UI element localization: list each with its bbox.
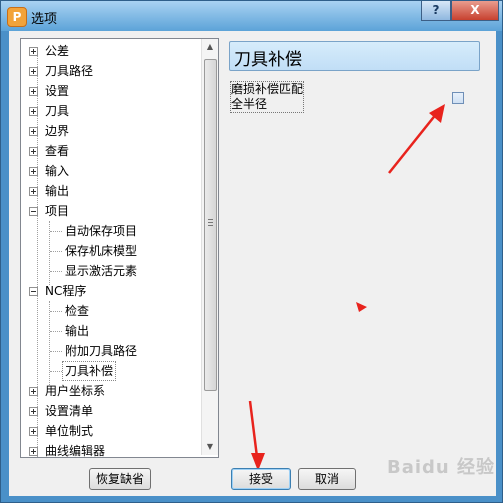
- tree-item-label: 输入: [45, 164, 70, 178]
- tree-guide-line: [49, 301, 50, 385]
- scrollbar-thumb[interactable]: [204, 59, 217, 391]
- tree-item-project[interactable]: 项目: [26, 202, 69, 220]
- tree-item-label: 设置: [45, 84, 70, 98]
- grip-line: [208, 219, 213, 220]
- tree-item-user-coordinate-system[interactable]: 用户坐标系: [26, 382, 105, 400]
- grip-line: [208, 225, 213, 226]
- scroll-up-icon[interactable]: ▲: [202, 39, 218, 55]
- tree-item-tool[interactable]: 刀具: [26, 102, 69, 120]
- tree-item-save-machine-model[interactable]: 保存机床模型: [65, 242, 137, 260]
- tree-item-label: 自动保存项目: [65, 224, 138, 238]
- tree-item-label: 用户坐标系: [45, 384, 106, 398]
- tree-item-label: 刀具: [45, 104, 70, 118]
- tree-item-label: 设置清单: [45, 404, 94, 418]
- tree-item-label: 输出: [45, 184, 70, 198]
- annotation-mark-icon: [356, 302, 367, 312]
- expand-icon[interactable]: [29, 47, 38, 56]
- expand-icon[interactable]: [29, 387, 38, 396]
- tree-item-label: 显示激活元素: [65, 264, 138, 278]
- annotation-arrow-icon: [388, 104, 445, 174]
- tree-branch-line: [50, 351, 62, 352]
- tree-item-boundary[interactable]: 边界: [26, 122, 69, 140]
- tree-item-check[interactable]: 检查: [65, 302, 89, 320]
- restore-defaults-button[interactable]: 恢复缺省: [89, 468, 151, 490]
- tree-item-tolerance[interactable]: 公差: [26, 42, 69, 60]
- panel-header: 刀具补偿: [229, 41, 480, 71]
- expand-icon[interactable]: [29, 87, 38, 96]
- panel-title: 刀具补偿: [234, 50, 302, 70]
- options-dialog: P 选项 ? X 公差 刀具路径 设置 刀具 边界 查看 输入 输出 项目 自动…: [0, 0, 503, 503]
- tree-item-label: NC程序: [45, 284, 87, 298]
- tree-item-append-toolpath[interactable]: 附加刀具路径: [65, 342, 137, 360]
- tree-item-label: 公差: [45, 44, 70, 58]
- expand-icon[interactable]: [29, 167, 38, 176]
- tree-item-units[interactable]: 单位制式: [26, 422, 93, 440]
- tree-item-curve-editor[interactable]: 曲线编辑器: [26, 442, 106, 458]
- tree-item-label: 单位制式: [45, 424, 94, 438]
- expand-icon[interactable]: [29, 447, 38, 456]
- collapse-icon[interactable]: [29, 287, 38, 296]
- cancel-button[interactable]: 取消: [298, 468, 356, 490]
- tree-item-label: 曲线编辑器: [45, 444, 106, 458]
- tree-item-autosave-project[interactable]: 自动保存项目: [65, 222, 137, 240]
- expand-icon[interactable]: [29, 127, 38, 136]
- expand-icon[interactable]: [29, 187, 38, 196]
- tree-item-label: 输出: [65, 324, 90, 338]
- tree-item-label: 保存机床模型: [65, 244, 138, 258]
- help-button[interactable]: ?: [421, 1, 451, 21]
- tree-item-label: 边界: [45, 124, 70, 138]
- dialog-title: 选项: [31, 12, 58, 27]
- title-bar[interactable]: P 选项 ? X: [1, 1, 502, 31]
- scroll-down-icon[interactable]: ▼: [202, 439, 218, 455]
- tree-item-toolpath[interactable]: 刀具路径: [26, 62, 93, 80]
- tree-branch-line: [50, 271, 62, 272]
- grip-line: [208, 222, 213, 223]
- tree-item-label: 项目: [45, 204, 70, 218]
- tree-item-nc-program[interactable]: NC程序: [26, 282, 86, 300]
- expand-icon[interactable]: [29, 427, 38, 436]
- expand-icon[interactable]: [29, 147, 38, 156]
- tree-item-label: 刀具补偿: [65, 364, 114, 378]
- tree-branch-line: [50, 251, 62, 252]
- collapse-icon[interactable]: [29, 207, 38, 216]
- app-logo-icon: P: [7, 7, 27, 27]
- tree-item-view[interactable]: 查看: [26, 142, 69, 160]
- accept-button[interactable]: 接受: [231, 468, 291, 490]
- tree-item-tool-compensation[interactable]: 刀具补偿: [61, 361, 117, 381]
- tree-item-nc-output[interactable]: 输出: [65, 322, 89, 340]
- tree-item-label: 检查: [65, 304, 90, 318]
- tree-branch-line: [50, 331, 62, 332]
- close-button[interactable]: X: [451, 1, 499, 21]
- tree-item-input[interactable]: 输入: [26, 162, 69, 180]
- watermark: Baidu 经验: [387, 457, 496, 478]
- tree-item-label: 刀具路径: [45, 64, 94, 78]
- wear-compensation-checkbox[interactable]: [452, 92, 464, 104]
- expand-icon[interactable]: [29, 407, 38, 416]
- tree-item-setup-sheet[interactable]: 设置清单: [26, 402, 93, 420]
- tree-branch-line: [50, 231, 62, 232]
- tree-branch-line: [50, 311, 62, 312]
- expand-icon[interactable]: [29, 67, 38, 76]
- tree-branch-line: [50, 371, 62, 372]
- wear-compensation-label: 磨损补偿匹配全半径: [230, 81, 304, 113]
- tree-item-label: 查看: [45, 144, 70, 158]
- tree-item-show-active-elements[interactable]: 显示激活元素: [65, 262, 137, 280]
- annotation-arrow-icon: [248, 400, 265, 471]
- expand-icon[interactable]: [29, 107, 38, 116]
- tree-item-label: 附加刀具路径: [65, 344, 138, 358]
- tree-item-settings[interactable]: 设置: [26, 82, 69, 100]
- tree-scrollbar[interactable]: ▲ ▼: [201, 39, 218, 455]
- options-tree: 公差 刀具路径 设置 刀具 边界 查看 输入 输出 项目 自动保存项目 保存机床…: [20, 38, 219, 458]
- tree-item-output[interactable]: 输出: [26, 182, 69, 200]
